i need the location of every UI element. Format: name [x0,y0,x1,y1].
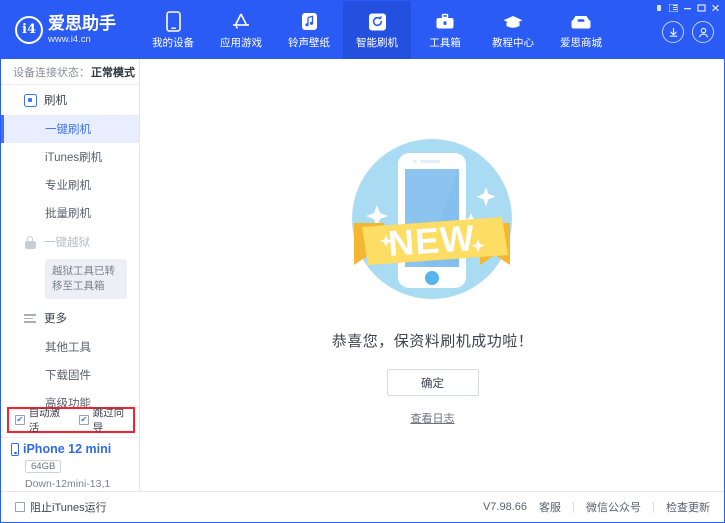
checkbox-mark: ✔ [79,415,89,425]
phone-small-icon [11,443,19,456]
device-name: iPhone 12 mini [23,442,111,456]
status-bar: 阻止iTunes运行 V7.98.66 客服 微信公众号 检查更新 [1,491,724,522]
device-name-row: iPhone 12 mini [11,442,139,456]
wechat-official-link[interactable]: 微信公众号 [586,499,641,515]
customer-service-link[interactable]: 客服 [539,499,561,515]
auto-activate-checkbox[interactable]: ✔ 自动激活 [15,405,69,435]
sidebar-item-other-tools[interactable]: 其他工具 [1,333,139,361]
skip-wizard-checkbox[interactable]: ✔ 跳过向导 [79,405,133,435]
skip-wizard-label: 跳过向导 [93,405,133,435]
tab-label: 智能刷机 [356,35,398,50]
sidebar-group-label: 刷机 [44,92,67,108]
check-update-link[interactable]: 检查更新 [666,499,710,515]
sidebar-group-label: 一键越狱 [44,234,90,250]
logo-text: 爱思助手 www.i4.cn [48,15,116,45]
sidebar-item-one-key-flash[interactable]: 一键刷机 [1,115,139,143]
i4-assistant-window: i4 爱思助手 www.i4.cn 我的设备 应用游戏 [0,0,725,523]
tab-label: 爱思商城 [560,35,602,50]
refresh-icon [368,10,387,32]
tab-label: 教程中心 [492,35,534,50]
sidebar-item-label: 其他工具 [45,339,91,355]
device-flash-icon [23,93,37,107]
connected-device-info[interactable]: iPhone 12 mini 64GB Down-12mini-13,1 [1,437,139,490]
menu-icon[interactable] [666,2,680,14]
main-nav-tabs: 我的设备 应用游戏 铃声壁纸 智能刷机 [139,1,615,59]
tab-smart-flash[interactable]: 智能刷机 [343,1,411,59]
app-logo: i4 爱思助手 www.i4.cn [15,15,116,45]
tab-ringtones-wallpapers[interactable]: 铃声壁纸 [275,1,343,59]
list-lines-icon [23,311,37,325]
device-capacity-badge: 64GB [25,460,61,473]
maximize-icon[interactable] [694,2,708,14]
sidebar-item-label: 批量刷机 [45,205,91,221]
sidebar-group-label: 更多 [44,310,67,326]
sidebar-item-itunes-flash[interactable]: iTunes刷机 [1,143,139,171]
sidebar-item-pro-flash[interactable]: 专业刷机 [1,171,139,199]
sidebar-item-download-firmware[interactable]: 下载固件 [1,361,139,389]
sidebar-group-jailbreak: 一键越狱 [1,227,139,257]
block-itunes-checkbox[interactable]: 阻止iTunes运行 [15,499,107,515]
logo-url: www.i4.cn [48,35,116,45]
lock-icon [23,235,37,249]
jailbreak-moved-tooltip: 越狱工具已转移至工具箱 [45,259,127,299]
block-itunes-label: 阻止iTunes运行 [30,499,107,515]
main-content: NEW 恭喜您，保资料刷机成功啦！ 确定 查看日志 [140,59,725,491]
app-version: V7.98.66 [483,501,527,513]
sidebar-item-batch-flash[interactable]: 批量刷机 [1,199,139,227]
tab-label: 铃声壁纸 [288,35,330,50]
checkbox-mark: ✔ [15,415,25,425]
toolbox-icon [435,10,455,32]
flash-options-row: ✔ 自动激活 ✔ 跳过向导 [9,411,133,429]
header-actions [662,21,714,43]
tab-toolbox[interactable]: 工具箱 [411,1,479,59]
confirm-button[interactable]: 确定 [387,369,479,396]
checkbox-mark [15,502,25,512]
view-log-link[interactable]: 查看日志 [411,410,455,426]
download-icon[interactable] [662,21,684,43]
svg-text:NEW: NEW [387,217,477,264]
logo-title: 爱思助手 [48,15,116,32]
tab-apps-games[interactable]: 应用游戏 [207,1,275,59]
new-phone-badge-illustration: NEW [340,131,525,316]
tab-store[interactable]: 爱思商城 [547,1,615,59]
user-account-icon[interactable] [692,21,714,43]
store-icon [570,10,592,32]
appstore-icon [230,10,252,32]
tab-label: 应用游戏 [220,35,262,50]
sidebar-group-more[interactable]: 更多 [1,303,139,333]
tab-label: 工具箱 [429,35,461,50]
separator [573,502,574,513]
device-model: Down-12mini-13,1 [25,478,139,490]
sidebar-item-label: 下载固件 [45,367,91,383]
sidebar: 设备连接状态：正常模式 刷机 一键刷机 iTunes刷机 专业刷机 批量刷机 一… [1,59,140,491]
tab-tutorial-center[interactable]: 教程中心 [479,1,547,59]
pin-icon[interactable] [652,2,666,14]
tab-my-device[interactable]: 我的设备 [139,1,207,59]
status-bar-links: V7.98.66 客服 微信公众号 检查更新 [483,499,710,515]
music-icon [301,10,318,32]
close-icon[interactable] [708,2,722,14]
tab-label: 我的设备 [152,35,194,50]
flash-success-message: 恭喜您，保资料刷机成功啦！ [332,330,534,351]
sidebar-group-flash[interactable]: 刷机 [1,85,139,115]
app-header: i4 爱思助手 www.i4.cn 我的设备 应用游戏 [1,1,725,59]
graduation-cap-icon [502,10,524,32]
separator [653,502,654,513]
logo-mark-icon: i4 [15,16,43,44]
sidebar-item-label: iTunes刷机 [45,149,102,165]
sidebar-item-label: 一键刷机 [45,121,91,137]
phone-icon [166,10,181,32]
minimize-icon[interactable] [680,2,694,14]
device-connection-status: 设备连接状态：正常模式 [1,59,139,85]
device-status-label: 设备连接状态： [13,64,90,80]
sidebar-item-label: 专业刷机 [45,177,91,193]
device-status-value: 正常模式 [91,64,135,80]
auto-activate-label: 自动激活 [29,405,69,435]
